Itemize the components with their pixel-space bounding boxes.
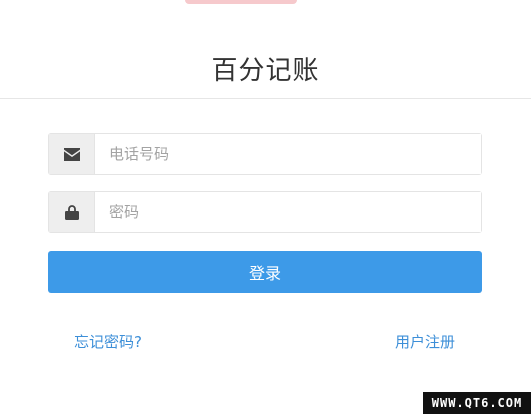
page-title: 百分记账 <box>211 56 320 86</box>
register-link[interactable]: 用户注册 <box>395 331 455 352</box>
phone-input[interactable] <box>95 134 481 174</box>
site-watermark: WWW.QT6.COM <box>423 392 531 414</box>
phone-input-group <box>48 133 482 175</box>
forgot-password-link[interactable]: 忘记密码? <box>74 331 142 352</box>
envelope-icon <box>49 134 95 174</box>
password-input-group <box>48 191 482 233</box>
login-page: 百分记账 登录 忘记密码? 用户注册 WWW.QT6.COM <box>0 0 531 414</box>
header-divider <box>0 98 531 99</box>
lock-icon <box>49 192 95 232</box>
login-button[interactable]: 登录 <box>48 251 482 293</box>
top-accent-bar <box>185 0 297 4</box>
password-input[interactable] <box>95 192 481 232</box>
